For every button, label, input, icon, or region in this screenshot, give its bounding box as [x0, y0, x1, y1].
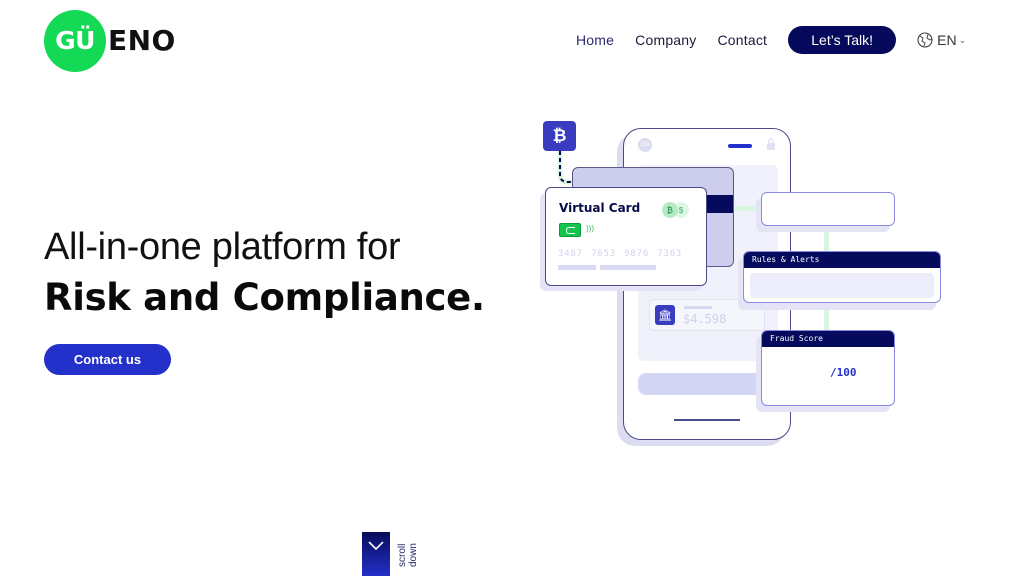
phone-speaker	[728, 144, 752, 148]
card-expiry-bar	[600, 265, 656, 270]
globe-icon	[917, 32, 933, 48]
bank-icon: 🏛	[655, 305, 675, 325]
nav-contact[interactable]: Contact	[717, 32, 767, 48]
phone-home-indicator	[674, 419, 740, 421]
bitcoin-badge: ₿	[543, 121, 576, 151]
nav-home[interactable]: Home	[576, 32, 614, 48]
virtual-card: Virtual Card $ ₿ ))) 3487 7653 9876 7363	[545, 187, 707, 286]
currency-badge-bitcoin: ₿	[662, 202, 678, 218]
scroll-down-button[interactable]	[362, 532, 390, 576]
language-label: EN	[937, 32, 957, 48]
logo-text: ENO	[108, 24, 176, 57]
fraud-score-value: /100	[830, 366, 857, 379]
rules-alerts-field	[750, 273, 934, 298]
language-selector[interactable]: EN ⌄	[917, 32, 966, 48]
contact-us-button[interactable]: Contact us	[44, 344, 171, 375]
virtual-card-title: Virtual Card	[559, 201, 641, 215]
balance-amount: $4.598	[683, 312, 727, 326]
rules-alerts-panel: Rules & Alerts	[743, 251, 941, 303]
hero-illustration: Gü 🏛 $4.598 ₿ Virtual Card $ ₿ ))) 3487 …	[530, 110, 960, 455]
fraud-score-title: Fraud Score	[762, 331, 894, 347]
lets-talk-button[interactable]: Let’s Talk!	[788, 26, 897, 54]
virtual-card-number: 3487 7653 9876 7363	[558, 249, 683, 259]
lock-icon	[767, 138, 775, 150]
logo-mark: GÜ	[44, 9, 106, 72]
nav-company[interactable]: Company	[635, 32, 696, 48]
empty-panel	[761, 192, 895, 226]
scroll-down-label: scroll down	[397, 543, 419, 567]
hero-title-line2: Risk and Compliance.	[44, 276, 485, 319]
chevron-down-icon	[368, 541, 384, 551]
fraud-score-panel: Fraud Score /100	[761, 330, 895, 406]
chip-icon	[559, 223, 581, 237]
logo[interactable]: GÜ ENO	[44, 9, 176, 72]
balance-label-bar	[684, 306, 712, 309]
card-name-bar	[558, 265, 596, 270]
hero-title-line1: All-in-one platform for	[44, 226, 401, 268]
chevron-down-icon: ⌄	[958, 34, 967, 45]
phone-avatar: Gü	[638, 138, 652, 152]
contactless-icon: )))	[586, 224, 594, 233]
rules-alerts-title: Rules & Alerts	[744, 252, 940, 268]
main-nav: Home Company Contact Let’s Talk! EN ⌄	[576, 26, 966, 54]
